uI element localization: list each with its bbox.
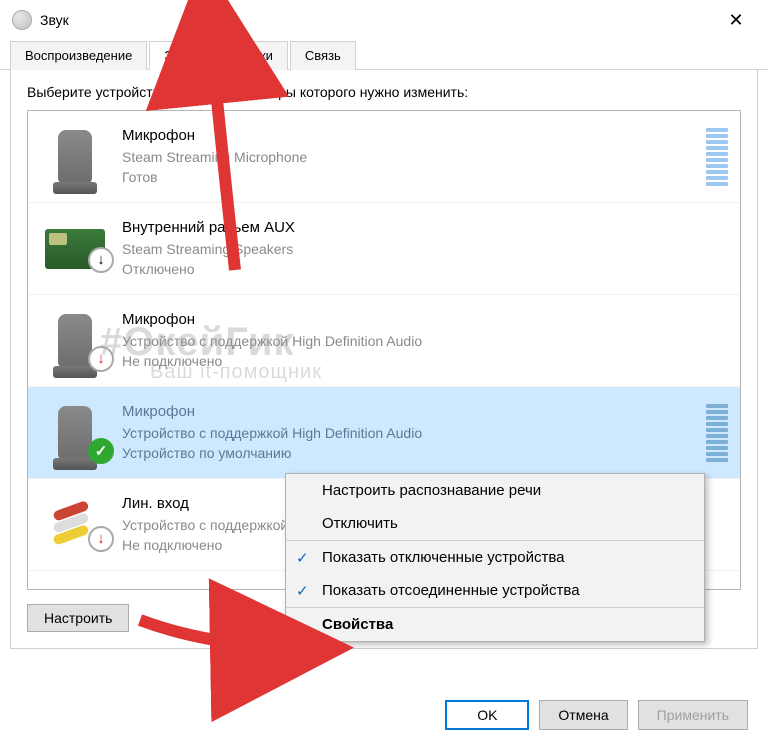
window-title: Звук — [40, 12, 716, 28]
ctx-disable[interactable]: Отключить — [286, 507, 704, 541]
badge-default-icon — [88, 438, 114, 464]
device-desc: Устройство с поддержкой High Definition … — [122, 423, 700, 443]
tab-recording[interactable]: Запись — [149, 41, 222, 70]
device-icon — [40, 502, 110, 548]
device-row[interactable]: Микрофон Steam Streaming Microphone Гото… — [28, 111, 740, 203]
device-status: Устройство по умолчанию — [122, 443, 700, 463]
device-icon — [40, 314, 110, 368]
instruction-text: Выберите устройство записи, параметры ко… — [27, 84, 741, 100]
ctx-label: Настроить распознавание речи — [322, 482, 541, 499]
device-icon — [40, 130, 110, 184]
level-meter — [706, 404, 728, 462]
sound-icon — [12, 10, 32, 30]
ctx-label: Свойства — [322, 616, 393, 633]
tab-communications[interactable]: Связь — [290, 41, 356, 70]
titlebar: Звук ✕ — [0, 0, 768, 40]
microphone-icon — [58, 406, 92, 460]
device-icon — [40, 406, 110, 460]
device-name: Микрофон — [122, 125, 700, 147]
badge-unplugged-icon — [88, 346, 114, 372]
apply-button[interactable]: Применить — [638, 700, 748, 730]
close-icon[interactable]: ✕ — [716, 10, 756, 31]
device-name: Микрофон — [122, 309, 728, 331]
device-desc: Steam Streaming Speakers — [122, 239, 728, 259]
device-text: Микрофон Steam Streaming Microphone Гото… — [122, 125, 700, 187]
ctx-label: Показать отключенные устройства — [322, 549, 565, 566]
device-row[interactable]: Микрофон Устройство с поддержкой High De… — [28, 295, 740, 387]
device-desc: Steam Streaming Microphone — [122, 147, 700, 167]
cancel-button[interactable]: Отмена — [539, 700, 627, 730]
device-name: Внутренний разъем AUX — [122, 217, 728, 239]
ctx-configure-speech[interactable]: Настроить распознавание речи — [286, 474, 704, 507]
device-status: Отключено — [122, 259, 728, 279]
tabstrip: Воспроизведение Запись Звуки Связь — [0, 40, 768, 70]
ctx-show-disabled[interactable]: ✓ Показать отключенные устройства — [286, 541, 704, 574]
tab-sounds[interactable]: Звуки — [224, 41, 288, 70]
check-icon: ✓ — [296, 582, 309, 600]
device-name: Микрофон — [122, 401, 700, 423]
level-meter — [706, 128, 728, 186]
device-status: Не подключено — [122, 351, 728, 371]
device-status: Готов — [122, 167, 700, 187]
ok-button[interactable]: OK — [445, 700, 529, 730]
microphone-icon — [58, 314, 92, 368]
ctx-show-disconnected[interactable]: ✓ Показать отсоединенные устройства — [286, 574, 704, 608]
context-menu: Настроить распознавание речи Отключить ✓… — [285, 473, 705, 642]
ctx-properties[interactable]: Свойства — [286, 608, 704, 641]
tab-playback[interactable]: Воспроизведение — [10, 41, 147, 70]
dialog-buttons: OK Отмена Применить — [445, 700, 748, 730]
microphone-icon — [58, 130, 92, 184]
device-text: Микрофон Устройство с поддержкой High De… — [122, 401, 700, 463]
badge-disabled-icon — [88, 247, 114, 273]
device-row[interactable]: Внутренний разъем AUX Steam Streaming Sp… — [28, 203, 740, 295]
device-icon — [40, 229, 110, 269]
device-desc: Устройство с поддержкой High Definition … — [122, 331, 728, 351]
device-text: Внутренний разъем AUX Steam Streaming Sp… — [122, 217, 728, 279]
device-text: Микрофон Устройство с поддержкой High De… — [122, 309, 728, 371]
badge-unplugged-icon — [88, 526, 114, 552]
ctx-label: Показать отсоединенные устройства — [322, 582, 580, 599]
check-icon: ✓ — [296, 549, 309, 567]
device-row[interactable]: Микрофон Устройство с поддержкой High De… — [28, 387, 740, 479]
configure-button[interactable]: Настроить — [27, 604, 129, 632]
ctx-label: Отключить — [322, 515, 398, 532]
